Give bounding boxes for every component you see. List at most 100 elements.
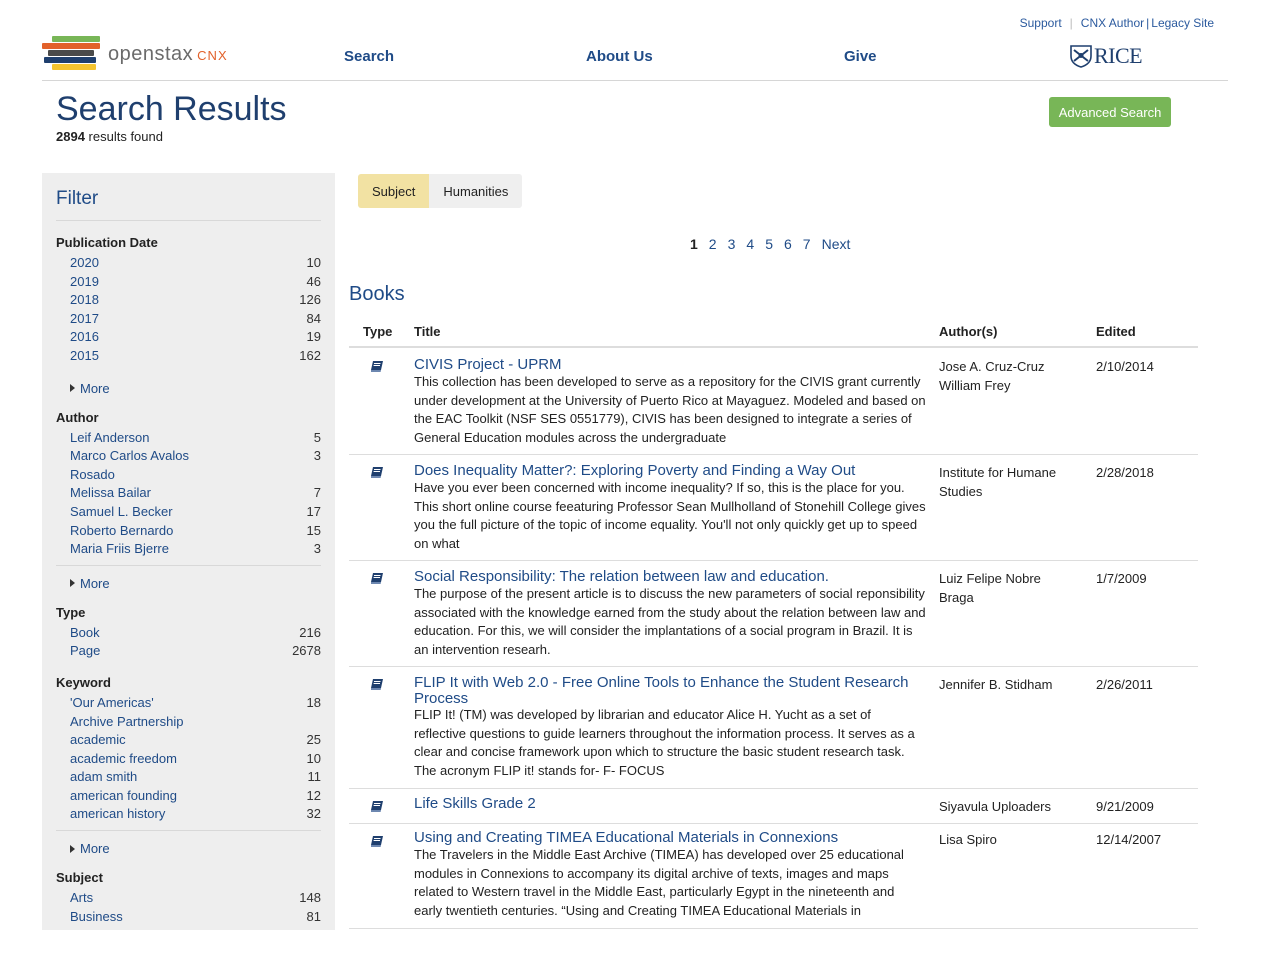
page-link-current[interactable]: 1: [690, 236, 698, 252]
filter-title: Filter: [56, 188, 321, 221]
filter-item[interactable]: Maria Friis Bjerre 3: [56, 540, 321, 559]
filter-item[interactable]: Marco Carlos Avalos 3: [56, 447, 321, 466]
page-link[interactable]: 6: [784, 236, 792, 252]
filter-item[interactable]: Samuel L. Becker 17: [56, 503, 321, 522]
filter-item[interactable]: 2015 162: [56, 347, 321, 366]
filter-item-count: 2678: [292, 643, 321, 659]
filter-item[interactable]: 2017 84: [56, 310, 321, 329]
result-edited-date: 2/28/2018: [1096, 465, 1154, 480]
filter-item[interactable]: academic 25: [56, 731, 321, 750]
support-link[interactable]: Support: [1020, 16, 1062, 30]
more-dates-toggle[interactable]: More: [56, 381, 321, 396]
filter-item[interactable]: american history 32: [56, 805, 321, 824]
filter-item-label[interactable]: Marco Carlos Avalos: [70, 447, 189, 466]
column-header-type[interactable]: Type: [363, 324, 392, 339]
filter-item-label[interactable]: Leif Anderson: [70, 429, 150, 448]
filter-item-label[interactable]: Arts: [70, 889, 93, 908]
filter-item[interactable]: Archive Partnership: [56, 713, 321, 732]
filter-item-count: 216: [299, 624, 321, 640]
filter-item-label[interactable]: adam smith: [70, 768, 137, 787]
advanced-search-button[interactable]: Advanced Search: [1049, 97, 1171, 127]
nav-search[interactable]: Search: [344, 48, 394, 65]
filter-item-label[interactable]: Page: [70, 642, 100, 661]
filter-item[interactable]: 2018 126: [56, 291, 321, 310]
result-title-link[interactable]: Does Inequality Matter?: Exploring Pover…: [414, 463, 924, 479]
filter-item[interactable]: Melissa Bailar 7: [56, 484, 321, 503]
filter-item-label[interactable]: american founding: [70, 787, 177, 806]
table-row: Social Responsibility: The relation betw…: [349, 561, 1198, 667]
breadcrumb-value[interactable]: Humanities: [429, 174, 523, 208]
result-authors[interactable]: Siyavula Uploaders: [939, 797, 1079, 816]
filter-item-label[interactable]: academic freedom: [70, 750, 177, 769]
result-authors[interactable]: Jennifer B. Stidham: [939, 675, 1079, 694]
filter-item[interactable]: Leif Anderson 5: [56, 429, 321, 448]
filter-item-label[interactable]: 2018: [70, 291, 99, 310]
filter-group-author: Author: [56, 409, 99, 425]
nav-give[interactable]: Give: [844, 48, 877, 65]
filter-item[interactable]: academic freedom 10: [56, 750, 321, 769]
filter-item-label[interactable]: 2016: [70, 328, 99, 347]
result-authors[interactable]: Lisa Spiro: [939, 830, 1079, 849]
filter-item-label[interactable]: Roberto Bernardo: [70, 522, 173, 541]
result-title-link[interactable]: Social Responsibility: The relation betw…: [414, 569, 924, 585]
filter-item-count: 5: [313, 429, 321, 445]
filter-item-label[interactable]: 2015: [70, 347, 99, 366]
active-filter-breadcrumb[interactable]: Subject Humanities: [358, 174, 523, 208]
column-header-edited[interactable]: Edited: [1096, 324, 1136, 339]
filter-item-label[interactable]: american history: [70, 805, 165, 824]
filter-item-label[interactable]: academic: [70, 731, 126, 750]
result-edited-date: 2/10/2014: [1096, 359, 1154, 374]
openstax-logo[interactable]: openstax CNX: [42, 34, 242, 74]
filter-item-label[interactable]: 'Our Americas': [70, 694, 154, 713]
result-authors[interactable]: Luiz Felipe Nobre Braga: [939, 569, 1079, 607]
filter-item[interactable]: Book 216: [56, 624, 321, 643]
filter-item[interactable]: 2016 19: [56, 328, 321, 347]
filter-item-label[interactable]: Maria Friis Bjerre: [70, 540, 169, 559]
result-count-number: 2894: [56, 129, 85, 144]
result-title-link[interactable]: Using and Creating TIMEA Educational Mat…: [414, 830, 924, 846]
next-page-link[interactable]: Next: [822, 236, 851, 252]
rice-logo[interactable]: RICE: [1070, 43, 1143, 69]
result-authors[interactable]: Institute for Humane Studies: [939, 463, 1079, 501]
column-header-authors[interactable]: Author(s): [939, 324, 998, 339]
legacy-site-link[interactable]: Legacy Site: [1151, 16, 1214, 30]
page-link[interactable]: 3: [728, 236, 736, 252]
filter-item-label[interactable]: Rosado: [70, 466, 115, 485]
filter-item-label[interactable]: Samuel L. Becker: [70, 503, 173, 522]
page-link[interactable]: 5: [765, 236, 773, 252]
filter-item-label[interactable]: 2017: [70, 310, 99, 329]
filter-item-label[interactable]: 2020: [70, 254, 99, 273]
result-title-link[interactable]: Life Skills Grade 2: [414, 796, 924, 812]
page-link[interactable]: 7: [803, 236, 811, 252]
filter-item-label[interactable]: Business: [70, 908, 123, 927]
nav-about-us[interactable]: About Us: [586, 48, 653, 65]
filter-item[interactable]: 'Our Americas' 18: [56, 694, 321, 713]
filter-item[interactable]: Rosado: [56, 466, 321, 485]
filter-item[interactable]: Roberto Bernardo 15: [56, 522, 321, 541]
filter-item[interactable]: 2019 46: [56, 273, 321, 292]
page-link[interactable]: 2: [709, 236, 717, 252]
filter-item[interactable]: adam smith 11: [56, 768, 321, 787]
filter-item[interactable]: american founding 12: [56, 787, 321, 806]
filter-item-label[interactable]: Archive Partnership: [70, 713, 183, 732]
filter-item[interactable]: Business 81: [56, 908, 321, 927]
result-authors[interactable]: Jose A. Cruz-Cruz William Frey: [939, 357, 1079, 395]
logo-suffix: CNX: [197, 48, 228, 63]
rice-shield-icon: [1070, 45, 1092, 68]
result-title-link[interactable]: CIVIS Project - UPRM: [414, 357, 924, 373]
filter-item-count: 148: [299, 890, 321, 906]
filter-item[interactable]: Arts 148: [56, 889, 321, 908]
more-keywords-toggle[interactable]: More: [56, 841, 321, 856]
more-label: More: [80, 380, 110, 396]
filter-item[interactable]: Page 2678: [56, 642, 321, 661]
filter-item[interactable]: 2020 10: [56, 254, 321, 273]
divider: [56, 564, 321, 566]
filter-item-label[interactable]: Melissa Bailar: [70, 484, 151, 503]
filter-item-label[interactable]: 2019: [70, 273, 99, 292]
page-link[interactable]: 4: [746, 236, 754, 252]
result-title-link[interactable]: FLIP It with Web 2.0 - Free Online Tools…: [414, 675, 924, 707]
more-authors-toggle[interactable]: More: [56, 576, 321, 591]
cnx-author-link[interactable]: CNX Author: [1081, 16, 1144, 30]
filter-item-label[interactable]: Book: [70, 624, 100, 643]
column-header-title[interactable]: Title: [414, 324, 441, 339]
